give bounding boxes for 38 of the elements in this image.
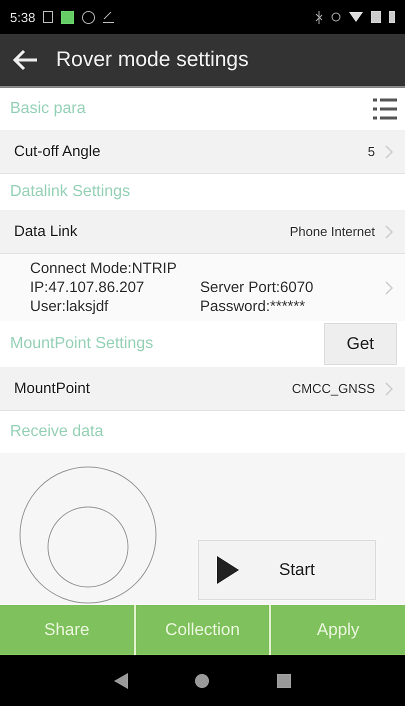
screen-title: Rover mode settings xyxy=(56,48,249,72)
signal-circles-icon xyxy=(18,465,158,605)
settings-row[interactable]: Cut-off Angle 5 xyxy=(0,130,405,174)
recents-icon[interactable] xyxy=(277,674,292,688)
app-notification-icon xyxy=(61,10,74,24)
list-menu-icon[interactable] xyxy=(373,97,397,121)
row-value: CMCC_GNSS xyxy=(292,381,375,396)
ip-text: IP:47.107.86.207 xyxy=(30,279,146,296)
play-icon xyxy=(217,556,239,584)
settings-row[interactable]: MountPoint CMCC_GNSS xyxy=(0,367,405,411)
chevron-icon xyxy=(385,382,393,396)
section-header: Basic para xyxy=(10,100,86,118)
row-label: Cut-off Angle xyxy=(14,143,102,160)
chevron-icon xyxy=(385,144,393,158)
user-text: User:laksjdf xyxy=(30,298,110,315)
row-value: 5 xyxy=(368,144,375,159)
row-label: Data Link xyxy=(14,223,78,240)
get-button[interactable]: Get xyxy=(324,323,397,365)
row-label: MountPoint xyxy=(14,380,91,397)
battery-icon xyxy=(389,11,395,23)
status-time: 5:38 xyxy=(10,10,36,24)
back-arrow-icon[interactable] xyxy=(12,49,38,71)
start-button[interactable]: Start xyxy=(198,540,376,600)
section-header: MountPoint Settings xyxy=(10,335,154,353)
section-header: Receive data xyxy=(10,423,104,441)
home-icon[interactable] xyxy=(195,674,210,688)
password-text: Password:****** xyxy=(200,298,306,315)
chevron-icon xyxy=(385,280,393,294)
row-value: Phone Internet xyxy=(290,224,375,239)
wifi-icon xyxy=(349,12,363,22)
settings-row[interactable]: Data Link Phone Internet xyxy=(0,210,405,254)
back-icon[interactable] xyxy=(114,672,128,688)
section-header: Datalink Settings xyxy=(10,183,130,201)
connection-info-row[interactable]: Connect Mode:NTRIP IP:47.107.86.207 Server Port:6070 User:laksjdf Password:****** xyxy=(0,254,405,321)
connect-mode-text: Connect Mode:NTRIP xyxy=(30,260,178,277)
bluetooth-icon xyxy=(315,10,323,24)
port-text: Server Port:6070 xyxy=(200,279,314,296)
chevron-icon xyxy=(385,224,393,238)
